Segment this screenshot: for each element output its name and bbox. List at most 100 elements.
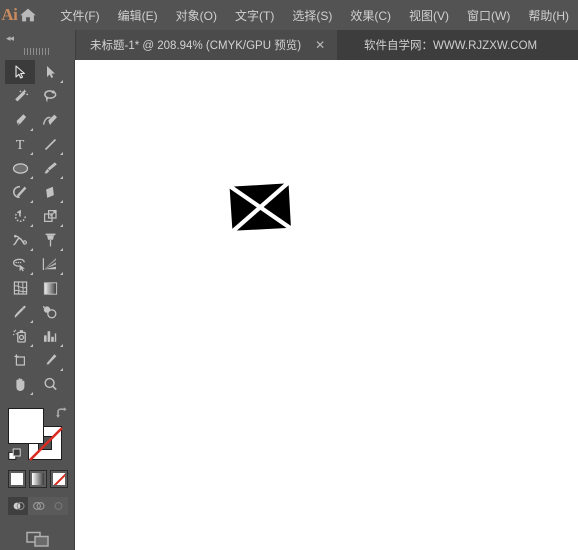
draw-inside-button[interactable] bbox=[48, 497, 68, 515]
hand-tool[interactable] bbox=[5, 372, 35, 396]
tool-flyout-indicator bbox=[30, 320, 33, 323]
menu-effect[interactable]: 效果(C) bbox=[341, 3, 400, 28]
tool-row bbox=[0, 204, 80, 228]
close-icon[interactable]: ✕ bbox=[315, 39, 325, 51]
tool-flyout-indicator bbox=[60, 152, 63, 155]
default-fill-stroke-icon[interactable] bbox=[8, 448, 22, 462]
rotate-tool[interactable] bbox=[5, 204, 35, 228]
document-tab[interactable]: 未标题-1* @ 208.94% (CMYK/GPU 预览) ✕ bbox=[76, 30, 338, 60]
tool-flyout-indicator bbox=[30, 200, 33, 203]
artboard-tool[interactable] bbox=[5, 348, 35, 372]
tool-flyout-indicator bbox=[60, 272, 63, 275]
change-screen-mode-button[interactable] bbox=[24, 528, 52, 550]
menu-edit[interactable]: 编辑(E) bbox=[109, 3, 167, 28]
shape-builder-tool[interactable] bbox=[5, 252, 35, 276]
document-tab-bar: ◂◂ 未标题-1* @ 208.94% (CMYK/GPU 预览) ✕ 软件自学… bbox=[0, 30, 578, 60]
blend-tool[interactable] bbox=[35, 300, 65, 324]
gradient-tool[interactable] bbox=[35, 276, 65, 300]
none-fill-button[interactable] bbox=[50, 470, 68, 488]
draw-mode-buttons bbox=[8, 497, 68, 515]
tool-flyout-indicator bbox=[30, 248, 33, 251]
envelope-shape[interactable] bbox=[75, 60, 578, 550]
tool-flyout-indicator bbox=[60, 176, 63, 179]
tool-row bbox=[0, 228, 80, 252]
illustrator-window: Ai 文件(F) 编辑(E) 对象(O) 文字(T) 选择(S) 效果(C) 视… bbox=[0, 0, 578, 550]
fill-stroke-control bbox=[8, 406, 70, 462]
mesh-tool[interactable] bbox=[5, 276, 35, 300]
tools-panel: T bbox=[0, 60, 75, 550]
tool-flyout-indicator bbox=[30, 344, 33, 347]
draw-normal-button[interactable] bbox=[8, 497, 28, 515]
free-transform-tool[interactable] bbox=[35, 228, 65, 252]
tool-flyout-indicator bbox=[30, 224, 33, 227]
menu-bar: Ai 文件(F) 编辑(E) 对象(O) 文字(T) 选择(S) 效果(C) 视… bbox=[0, 0, 578, 30]
column-graph-tool[interactable] bbox=[35, 324, 65, 348]
selection-tool[interactable] bbox=[5, 60, 35, 84]
gradient-fill-swatch bbox=[32, 473, 44, 485]
tool-flyout-indicator bbox=[60, 368, 63, 371]
menu-object[interactable]: 对象(O) bbox=[167, 3, 226, 28]
ellipse-tool[interactable] bbox=[5, 156, 35, 180]
collapse-panel-icon[interactable]: ◂◂ bbox=[6, 34, 14, 43]
pen-tool[interactable] bbox=[5, 108, 35, 132]
tool-row bbox=[0, 84, 80, 108]
scale-tool[interactable] bbox=[35, 204, 65, 228]
slice-tool[interactable] bbox=[35, 348, 65, 372]
menu-help[interactable]: 帮助(H) bbox=[519, 3, 578, 28]
tool-flyout-indicator bbox=[60, 80, 63, 83]
zoom-tool[interactable] bbox=[35, 372, 65, 396]
tool-row bbox=[0, 372, 80, 396]
fill-mode-buttons bbox=[8, 470, 68, 488]
gradient-fill-button[interactable] bbox=[29, 470, 47, 488]
document-canvas[interactable] bbox=[75, 60, 578, 550]
tool-flyout-indicator bbox=[30, 392, 33, 395]
draw-behind-button[interactable] bbox=[28, 497, 48, 515]
menu-window[interactable]: 窗口(W) bbox=[458, 3, 519, 28]
tool-flyout-indicator bbox=[30, 152, 33, 155]
home-icon[interactable] bbox=[19, 0, 38, 30]
tool-row bbox=[0, 348, 80, 372]
type-tool[interactable]: T bbox=[5, 132, 35, 156]
ai-logo: Ai bbox=[1, 5, 18, 24]
tool-flyout-indicator bbox=[60, 344, 63, 347]
menu-view[interactable]: 视图(V) bbox=[400, 3, 458, 28]
color-fill-swatch bbox=[11, 473, 23, 485]
menu-file[interactable]: 文件(F) bbox=[51, 3, 108, 28]
tool-row bbox=[0, 60, 80, 84]
eyedropper-tool[interactable] bbox=[5, 300, 35, 324]
swap-fill-stroke-icon[interactable] bbox=[54, 406, 70, 422]
paintbrush-tool[interactable] bbox=[35, 156, 65, 180]
tool-row bbox=[0, 252, 80, 276]
perspective-grid-tool[interactable] bbox=[35, 252, 65, 276]
direct-selection-tool[interactable] bbox=[35, 60, 65, 84]
tool-row bbox=[0, 180, 80, 204]
toolbar-drag-handle[interactable] bbox=[24, 48, 50, 55]
line-segment-tool[interactable] bbox=[35, 132, 65, 156]
tool-flyout-indicator bbox=[30, 176, 33, 179]
none-fill-swatch bbox=[53, 473, 65, 485]
width-tool[interactable] bbox=[5, 228, 35, 252]
tool-flyout-indicator bbox=[30, 272, 33, 275]
menu-type[interactable]: 文字(T) bbox=[226, 3, 283, 28]
svg-text:T: T bbox=[16, 138, 25, 152]
tool-grid: T bbox=[0, 60, 75, 396]
tool-flyout-indicator bbox=[30, 128, 33, 131]
lasso-tool[interactable] bbox=[35, 84, 65, 108]
magic-wand-tool[interactable] bbox=[5, 84, 35, 108]
color-fill-button[interactable] bbox=[8, 470, 26, 488]
document-tab-title: 未标题-1* @ 208.94% (CMYK/GPU 预览) bbox=[90, 40, 302, 52]
menu-item-list: 文件(F) 编辑(E) 对象(O) 文字(T) 选择(S) 效果(C) 视图(V… bbox=[51, 3, 578, 28]
eraser-tool[interactable] bbox=[35, 180, 65, 204]
tool-flyout-indicator bbox=[60, 224, 63, 227]
toolbar-header: ◂◂ bbox=[0, 30, 75, 60]
menu-select[interactable]: 选择(S) bbox=[283, 3, 341, 28]
fill-swatch[interactable] bbox=[8, 408, 44, 444]
curvature-tool[interactable] bbox=[35, 108, 65, 132]
tool-row bbox=[0, 324, 80, 348]
tool-flyout-indicator bbox=[60, 248, 63, 251]
tool-row bbox=[0, 276, 80, 300]
tool-row: T bbox=[0, 132, 80, 156]
watermark-text: 软件自学网：WWW.RJZXW.COM bbox=[364, 40, 538, 52]
shaper-tool[interactable] bbox=[5, 180, 35, 204]
symbol-sprayer-tool[interactable] bbox=[5, 324, 35, 348]
